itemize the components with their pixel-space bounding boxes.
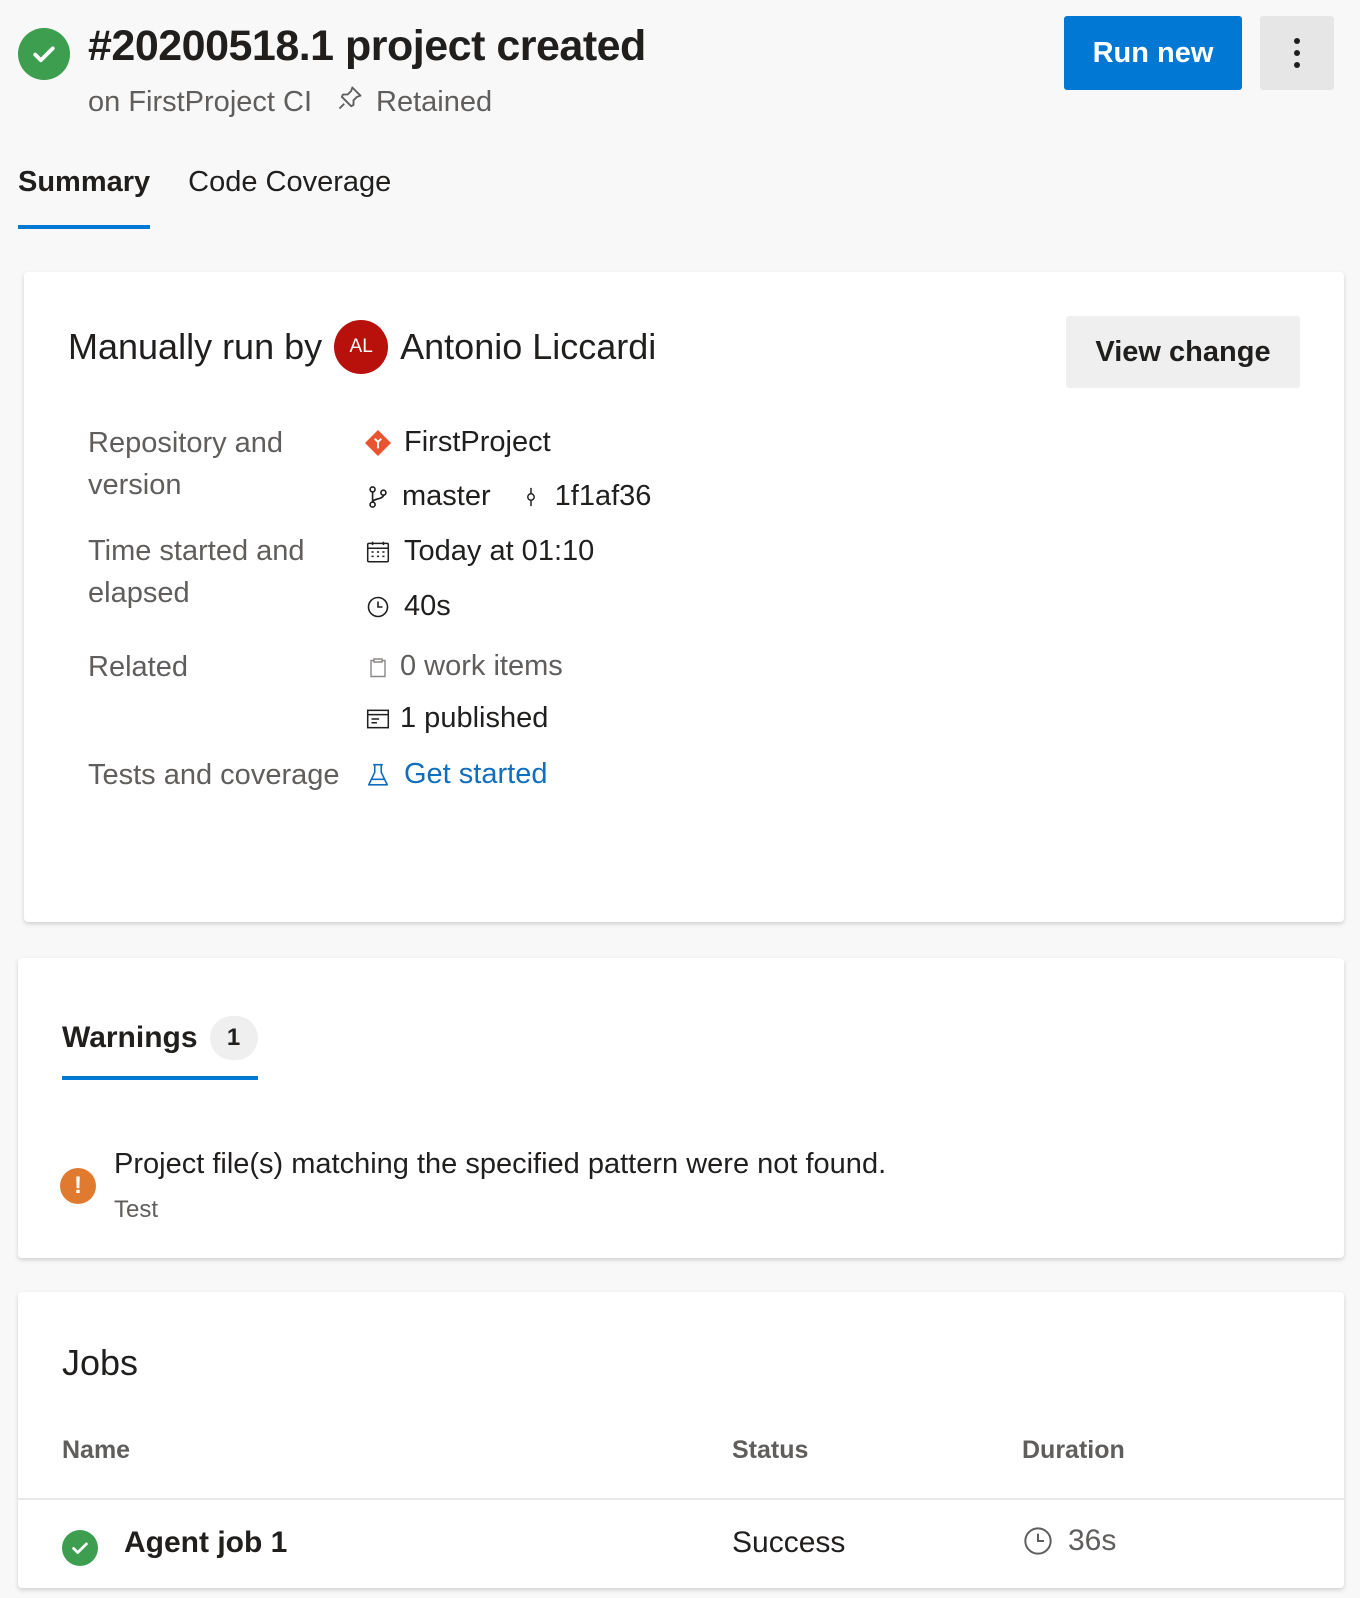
view-change-button[interactable]: View change [1066, 316, 1300, 388]
warning-message[interactable]: Project file(s) matching the specified p… [114, 1148, 886, 1181]
more-vertical-icon [1294, 38, 1300, 68]
run-subtitle: on FirstProject CI Retained [88, 84, 492, 120]
run-title: #20200518.1 project created [88, 22, 646, 70]
pipeline-link[interactable]: on FirstProject CI [88, 86, 312, 119]
warning-icon: ! [60, 1168, 96, 1204]
tab-summary[interactable]: Summary [18, 166, 151, 229]
version-value: master 1f1af36 [364, 480, 651, 513]
tab-warnings[interactable]: Warnings 1 [62, 1016, 258, 1080]
tests-value: Get started [364, 758, 547, 791]
elapsed-value: 40s [364, 590, 451, 623]
warnings-count-badge: 1 [209, 1016, 258, 1060]
repository-link[interactable]: FirstProject [404, 426, 551, 459]
retained-indicator: Retained [336, 84, 492, 120]
run-by-label: Manually run by [68, 326, 323, 367]
job-status: Success [732, 1526, 846, 1559]
git-repo-icon [364, 429, 392, 457]
branch-link[interactable]: master [402, 480, 491, 513]
calendar-icon [364, 538, 392, 566]
job-name: Agent job 1 [124, 1526, 288, 1559]
start-time: Today at 01:10 [404, 535, 595, 567]
elapsed-time: 40s [404, 590, 451, 622]
tab-bar: Summary Code Coverage [18, 166, 391, 229]
jobs-card: Jobs Name Status Duration Agent job 1 Su… [18, 1292, 1344, 1588]
jobs-title: Jobs [62, 1342, 139, 1383]
avatar[interactable]: AL [334, 320, 389, 374]
warnings-card: Warnings 1 ! Project file(s) matching th… [18, 958, 1344, 1258]
repository-value: FirstProject [364, 426, 551, 459]
column-header-status: Status [732, 1436, 809, 1464]
artifact-icon [364, 705, 392, 733]
user-name[interactable]: Antonio Liccardi [400, 326, 656, 368]
published-value: 1 published [364, 702, 548, 735]
clock-icon [364, 593, 392, 621]
success-check-icon [18, 28, 70, 80]
retained-label: Retained [376, 85, 493, 118]
success-check-icon [62, 1530, 98, 1566]
start-time-value: Today at 01:10 [364, 535, 594, 568]
clipboard-icon [364, 653, 392, 681]
published-link[interactable]: 1 published [400, 702, 548, 735]
tests-label: Tests and coverage [88, 759, 340, 791]
repository-label: Repository and version [88, 427, 284, 501]
beaker-icon [364, 761, 392, 789]
work-items: 0 work items [400, 650, 563, 682]
run-by: Manually run by AL Antonio Liccardi [68, 320, 656, 374]
warning-source: Test [114, 1196, 159, 1223]
summary-card: Manually run by AL Antonio Liccardi View… [24, 272, 1344, 922]
get-started-link[interactable]: Get started [404, 758, 547, 791]
job-duration: 36s [1022, 1524, 1116, 1558]
branch-icon [364, 483, 392, 511]
warnings-tab-label: Warnings [62, 1021, 198, 1054]
pin-icon [336, 84, 364, 120]
table-row[interactable]: Agent job 1 Success 36s [18, 1500, 1344, 1588]
work-items-value: 0 work items [364, 650, 563, 683]
commit-icon [517, 483, 545, 511]
tab-code-coverage[interactable]: Code Coverage [188, 166, 391, 229]
commit-link[interactable]: 1f1af36 [555, 480, 652, 513]
related-label: Related [88, 651, 188, 683]
run-new-button[interactable]: Run new [1064, 16, 1242, 90]
job-duration-value: 36s [1068, 1524, 1117, 1557]
more-actions-button[interactable] [1260, 16, 1334, 90]
clock-icon [1024, 1527, 1052, 1555]
column-header-duration: Duration [1022, 1436, 1125, 1464]
column-header-name: Name [62, 1436, 131, 1464]
time-label: Time started and elapsed [88, 535, 305, 609]
